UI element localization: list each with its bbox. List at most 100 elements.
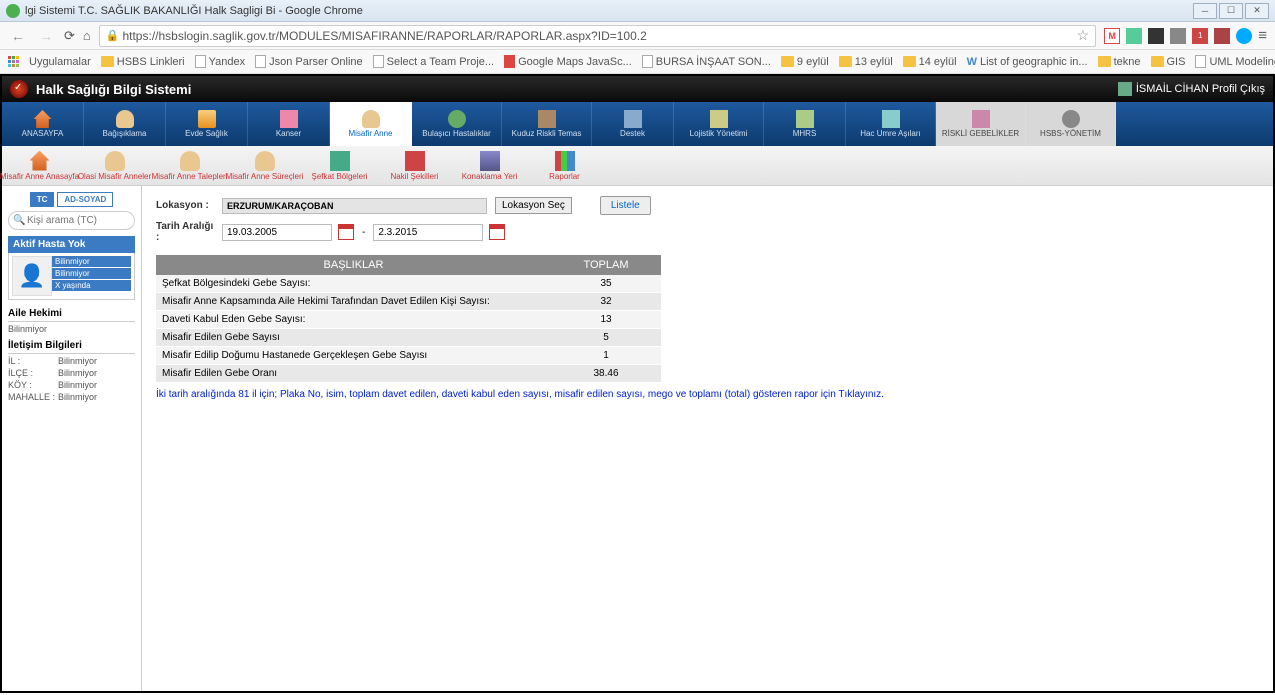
folder-icon	[1098, 56, 1111, 67]
bookmark-star-icon[interactable]: ☆	[1077, 27, 1090, 44]
patient-line: X yaşında	[52, 280, 131, 291]
bookmark-item[interactable]: BURSA İNŞAAT SON...	[642, 55, 771, 68]
nav-hac-umre[interactable]: Hac Umre Aşıları	[846, 102, 936, 146]
table-row: Misafir Edilen Gebe Sayısı5	[156, 329, 661, 347]
gmail-icon[interactable]: M	[1104, 28, 1120, 44]
table-row: Misafir Edilen Gebe Oranı38.46	[156, 365, 661, 383]
file-icon	[642, 55, 653, 68]
app-logo-icon	[10, 80, 28, 98]
nav-evde-saglik[interactable]: Evde Sağlık	[166, 102, 248, 146]
subnav-sefkat[interactable]: Şefkat Bölgeleri	[302, 146, 377, 185]
calendar-icon	[796, 110, 814, 128]
nav-kuduz[interactable]: Kuduz Riskli Temas	[502, 102, 592, 146]
report-table: BAŞLIKLAR TOPLAM Şefkat Bölgesindeki Geb…	[156, 255, 661, 383]
bookmark-item[interactable]: UML Modeling Soft...	[1195, 55, 1275, 68]
skype-icon[interactable]	[1236, 28, 1252, 44]
ad-soyad-tab[interactable]: AD-SOYAD	[57, 192, 113, 207]
url-input[interactable]	[122, 29, 1076, 43]
lokasyon-label: Lokasyon :	[156, 200, 214, 211]
user-badge[interactable]: İSMAİL CİHAN Profil Çıkış	[1118, 82, 1265, 96]
reload-button[interactable]: ⟳	[64, 28, 75, 44]
bookmark-item[interactable]: tekne	[1098, 56, 1141, 68]
subnav-surecleri[interactable]: Misafir Anne Süreçleri	[227, 146, 302, 185]
window-close-button[interactable]: ✕	[1245, 3, 1269, 19]
ambulance-icon	[405, 151, 425, 171]
search-icon: 🔍	[13, 215, 25, 226]
user-icon	[1118, 82, 1132, 96]
mahalle-value: Bilinmiyor	[58, 392, 97, 402]
bookmark-item[interactable]: Json Parser Online	[255, 55, 363, 68]
lokasyon-input[interactable]	[222, 198, 487, 214]
url-bar[interactable]: 🔒 ☆	[99, 25, 1096, 47]
subnav-talepleri[interactable]: Misafir Anne Talepleri	[152, 146, 227, 185]
main-panel: Lokasyon : Lokasyon Seç Listele Tarih Ar…	[142, 186, 1273, 691]
bookmark-item[interactable]: 9 eylül	[781, 56, 829, 68]
menu-icon[interactable]: ≡	[1258, 27, 1267, 44]
nav-riskli-gebelik[interactable]: RİSKLİ GEBELİKLER	[936, 102, 1026, 146]
nav-bulasici[interactable]: Bulaşıcı Hastalıklar	[412, 102, 502, 146]
bookmark-item[interactable]: GIS	[1151, 56, 1186, 68]
calendar-icon[interactable]	[338, 224, 354, 240]
nav-bagisiklama[interactable]: Bağışıklama	[84, 102, 166, 146]
nav-kanser[interactable]: Kanser	[248, 102, 330, 146]
window-maximize-button[interactable]: ☐	[1219, 3, 1243, 19]
person-icon	[180, 151, 200, 171]
extension-icons: M 1 ≡	[1104, 27, 1267, 44]
building-icon	[480, 151, 500, 171]
tc-tab[interactable]: TC	[30, 192, 55, 207]
subnav-konaklama[interactable]: Konaklama Yeri	[452, 146, 527, 185]
subnav-anasayfa[interactable]: Misafir Anne Anasayfa	[2, 146, 77, 185]
bookmark-item[interactable]: Yandex	[195, 55, 246, 68]
ext-icon-2[interactable]	[1148, 28, 1164, 44]
app-header: Halk Sağlığı Bilgi Sistemi İSMAİL CİHAN …	[2, 76, 1273, 102]
nav-misafir-anne[interactable]: Misafir Anne	[330, 102, 412, 146]
bookmark-item[interactable]: Uygulamalar	[29, 56, 91, 68]
bookmark-item[interactable]: 13 eylül	[839, 56, 893, 68]
apps-grid-icon[interactable]	[8, 56, 19, 67]
patient-card: 👤 Bilinmiyor Bilinmiyor X yaşında	[8, 253, 135, 300]
nav-anasayfa[interactable]: ANASAYFA	[2, 102, 84, 146]
window-minimize-button[interactable]: ─	[1193, 3, 1217, 19]
ext-icon-3[interactable]	[1170, 28, 1186, 44]
bookmark-item[interactable]: Select a Team Proje...	[373, 55, 494, 68]
nav-mhrs[interactable]: MHRS	[764, 102, 846, 146]
app-title: Halk Sağlığı Bilgi Sistemi	[36, 82, 1118, 97]
subnav-olasi[interactable]: Olasi Misafir Anneler	[77, 146, 152, 185]
bookmark-item[interactable]: HSBS Linkleri	[101, 56, 185, 68]
ext-icon-4[interactable]: 1	[1192, 28, 1208, 44]
gear-icon	[1062, 110, 1080, 128]
col-basliklar: BAŞLIKLAR	[156, 255, 551, 275]
window-title: lgi Sistemi T.C. SAĞLIK BAKANLIĞI Halk S…	[25, 5, 1193, 17]
table-row: Daveti Kabul Eden Gebe Sayısı:13	[156, 311, 661, 329]
forward-button[interactable]: →	[36, 28, 56, 44]
patient-line: Bilinmiyor	[52, 268, 131, 279]
folder-icon	[781, 56, 794, 67]
bookmark-item[interactable]: 14 eylül	[903, 56, 957, 68]
nav-hsbs-yonetim[interactable]: HSBS-YÖNETİM	[1026, 102, 1116, 146]
date-from-input[interactable]	[222, 224, 332, 241]
lokasyon-sec-button[interactable]: Lokasyon Seç	[495, 197, 572, 214]
listele-button[interactable]: Listele	[600, 196, 651, 215]
home-button[interactable]: ⌂	[83, 28, 91, 43]
date-to-input[interactable]	[373, 224, 483, 241]
tarih-label: Tarih Aralığı :	[156, 221, 214, 243]
ext-icon-5[interactable]	[1214, 28, 1230, 44]
file-icon	[255, 55, 266, 68]
nav-destek[interactable]: Destek	[592, 102, 674, 146]
subnav-nakil[interactable]: Nakil Şekilleri	[377, 146, 452, 185]
back-button[interactable]: ←	[8, 28, 28, 44]
patient-line: Bilinmiyor	[52, 256, 131, 267]
calendar-icon[interactable]	[489, 224, 505, 240]
patient-search-input[interactable]	[8, 211, 135, 230]
subnav-raporlar[interactable]: Raporlar	[527, 146, 602, 185]
support-icon	[624, 110, 642, 128]
ext-icon-1[interactable]	[1126, 28, 1142, 44]
nav-lojistik[interactable]: Lojistik Yönetimi	[674, 102, 764, 146]
syringe-icon	[882, 110, 900, 128]
il-label: İL :	[8, 356, 58, 366]
bookmark-item[interactable]: WList of geographic in...	[967, 56, 1088, 68]
main-nav: ANASAYFA Bağışıklama Evde Sağlık Kanser …	[2, 102, 1273, 146]
table-row: Şefkat Bölgesindeki Gebe Sayısı:35	[156, 275, 661, 293]
bookmark-item[interactable]: Google Maps JavaSc...	[504, 55, 632, 68]
detail-report-link[interactable]: İki tarih aralığında 81 il için; Plaka N…	[156, 389, 1259, 400]
